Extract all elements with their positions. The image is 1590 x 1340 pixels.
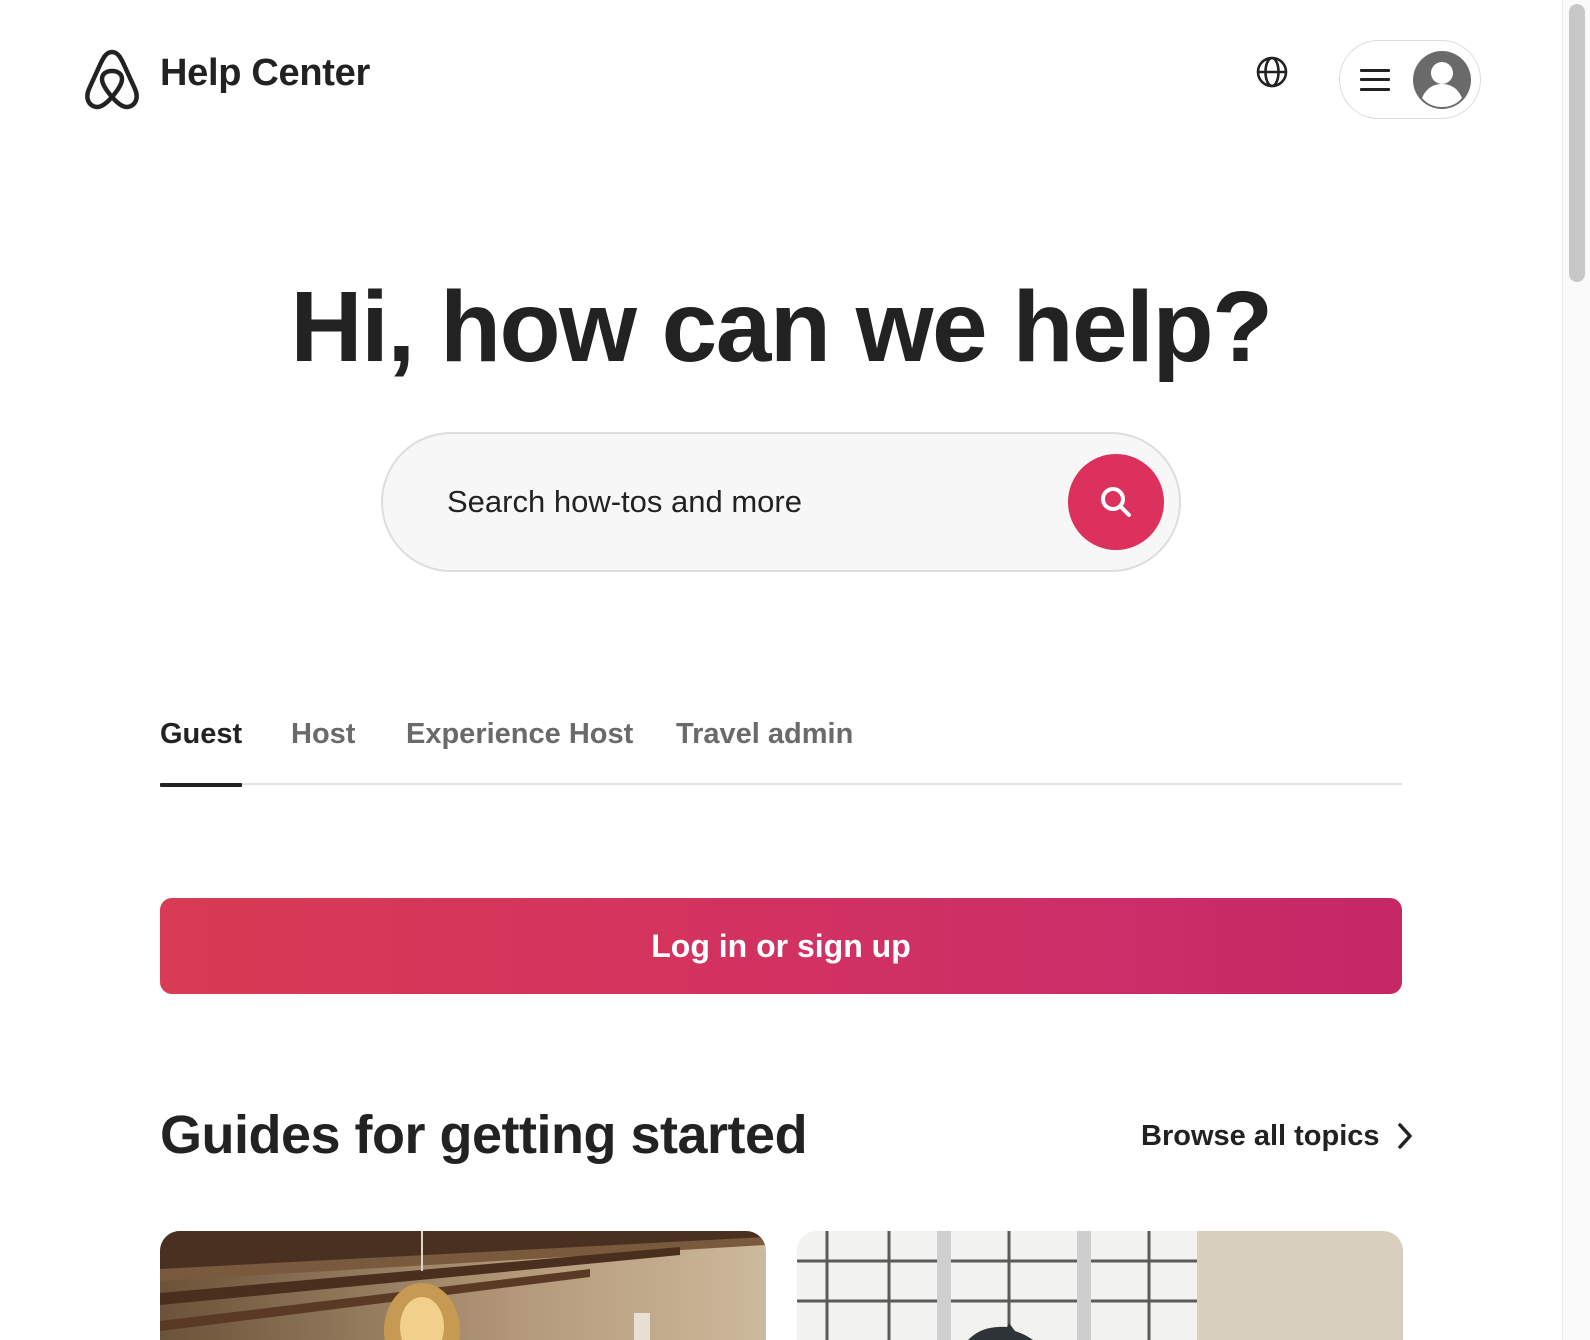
guides-heading: Guides for getting started <box>160 1105 808 1165</box>
guide-card-image[interactable] <box>797 1231 1403 1340</box>
search-button[interactable] <box>1068 454 1164 550</box>
globe-icon <box>1256 56 1288 88</box>
tab-guest[interactable]: Guest <box>160 718 243 787</box>
browse-all-topics-label: Browse all topics <box>1141 1119 1380 1152</box>
search-input[interactable] <box>447 474 1047 530</box>
login-signup-button[interactable]: Log in or sign up <box>160 898 1402 994</box>
help-center-page: Help Center Hi, how can we help? Search … <box>0 0 1590 1340</box>
tab-experience-host[interactable]: Experience Host <box>406 718 633 785</box>
guide-card-photo <box>160 1231 766 1340</box>
audience-tabs: Guest Host Experience Host Travel admin <box>160 700 1402 787</box>
search-icon <box>1101 487 1131 517</box>
tab-host[interactable]: Host <box>291 718 355 785</box>
hamburger-menu-icon <box>1360 68 1390 91</box>
user-avatar-icon <box>1413 50 1471 109</box>
guide-card-image[interactable] <box>160 1231 766 1340</box>
chevron-right-icon <box>1397 1123 1412 1149</box>
airbnb-logo-icon[interactable] <box>84 48 140 110</box>
browse-all-topics-link[interactable]: Browse all topics <box>1141 1116 1414 1156</box>
guide-card-photo <box>797 1231 1403 1340</box>
help-search-bar <box>381 432 1181 572</box>
top-header: Help Center <box>0 0 1562 160</box>
scrollbar-thumb[interactable] <box>1569 4 1585 282</box>
tab-travel-admin[interactable]: Travel admin <box>676 718 853 785</box>
hero-heading: Hi, how can we help? <box>290 271 1273 383</box>
account-menu-button[interactable] <box>1339 40 1481 119</box>
language-button[interactable] <box>1250 50 1294 94</box>
help-center-title[interactable]: Help Center <box>160 52 370 95</box>
